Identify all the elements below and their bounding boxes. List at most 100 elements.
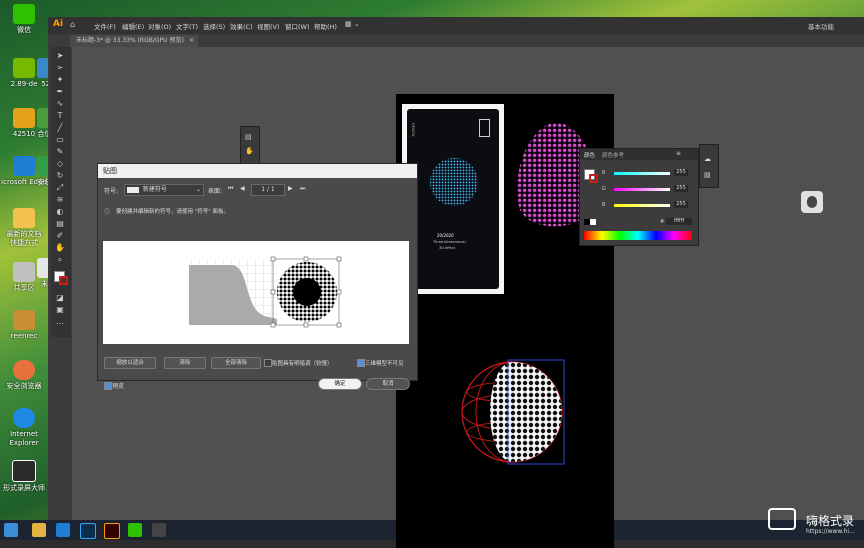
symbol-dropdown[interactable]: 新建符号 ⌄ [124,184,204,196]
ok-button[interactable]: 确定 [318,378,362,390]
hex-value[interactable]: ffffff [666,218,692,225]
map-art-dialog: 贴图 符号: 新建符号 ⌄ 表面: ⏮ ◀ 1 / 1 ▶ ⏭ ⓘ 要创建并编辑… [97,163,418,390]
ie-icon [13,408,35,428]
selection-tool-icon[interactable]: ➤ [55,51,65,60]
menu-edit[interactable]: 编辑(E) [122,21,144,31]
wireframe-sphere[interactable] [456,356,568,468]
desktop-icon-12[interactable]: 安全浏览器 [0,360,48,391]
start-icon[interactable] [4,523,18,537]
paintbrush-tool-icon[interactable]: ✎ [55,147,65,156]
green-value[interactable]: 255 [674,185,688,192]
pen-tool-icon[interactable]: ✒ [55,87,65,96]
tab-color-guide[interactable]: 颜色参考 [602,151,624,159]
file-explorer-icon[interactable] [32,523,46,537]
menu-file[interactable]: 文件(F) [94,21,116,31]
red-slider[interactable] [614,172,670,175]
next-surface-icon[interactable]: ▶ [288,185,293,192]
scale-tool-icon[interactable]: ⤢ [55,183,65,192]
rectangle-tool-icon[interactable]: ▭ [55,135,65,144]
hand-icon[interactable]: ✋ [245,147,254,155]
surface-preview-canvas [189,256,342,328]
properties-icon[interactable]: ▤ [704,171,711,179]
recorder-icon [12,460,36,482]
shading-label: 贴图具有明暗调（较慢） [272,361,333,367]
document-tab[interactable]: 未标题-3* @ 33.33% (RGB/GPU 预览) × [70,35,198,47]
browser-icon [13,360,35,380]
screen-mode-icon[interactable]: ▣ [55,305,65,314]
menu-help[interactable]: 帮助(H) [314,21,337,31]
workspace-label[interactable]: 基本功能 [808,21,834,31]
desktop-icon-11[interactable]: reenrec [0,310,48,341]
type-tool-icon[interactable]: T [55,111,65,120]
eraser-tool-icon[interactable]: ◇ [55,159,65,168]
recorder-icon[interactable] [152,523,166,537]
illustrator-icon[interactable] [104,523,120,539]
close-icon[interactable]: × [189,35,194,47]
magic-wand-tool-icon[interactable]: ✦ [55,75,65,84]
photoshop-icon[interactable] [80,523,96,539]
surface-value[interactable]: 1 / 1 [251,184,285,196]
blue-value[interactable]: 255 [674,201,688,208]
gradient-tool-icon[interactable]: ▤ [55,219,65,228]
first-surface-icon[interactable]: ⏮ [228,185,233,193]
line-tool-icon[interactable]: ╱ [55,123,65,132]
more-tools-icon[interactable]: ⋯ [55,319,65,328]
home-icon[interactable]: ⌂ [70,20,75,29]
preview-checkbox[interactable] [104,382,112,390]
eyedropper-tool-icon[interactable]: ✐ [55,231,65,240]
green-label: G [602,186,606,192]
hand-tool-icon[interactable]: ✋ [55,243,65,252]
color-panel-header: 颜色 颜色参考 ≡ [580,149,698,160]
invisible-geometry-label: 三维模型不可见 [365,361,404,367]
wechat-icon[interactable] [128,523,142,537]
illustrator-window: Ai ⌂ 文件(F) 编辑(E) 对象(O) 文字(T) 选择(S) 效果(C)… [48,17,864,548]
green-slider[interactable] [614,188,670,191]
screenrec-icon [13,310,35,330]
edge-icon[interactable] [56,523,70,537]
color-stroke-swatch[interactable] [589,174,598,183]
panel-menu-icon[interactable]: ≡ [676,150,681,157]
zoom-tool-icon[interactable]: ⌕ [55,255,65,264]
workspace-switcher-icon[interactable]: ▦ ⌄ [345,20,360,28]
ai-logo: Ai [53,19,64,29]
menu-select[interactable]: 选择(S) [203,21,225,31]
desktop-icon-wechat[interactable]: 微信 [0,4,48,35]
menu-type[interactable]: 文字(T) [176,21,198,31]
drawing-mode-icon[interactable]: ◪ [55,293,65,302]
desktop-icon-7[interactable]: 最新的文档 快捷方式 [0,208,48,248]
prev-surface-icon[interactable]: ◀ [240,185,245,192]
clear-button[interactable]: 清除 [164,357,206,369]
clear-all-button[interactable]: 全部清除 [211,357,261,369]
shading-checkbox[interactable] [264,359,272,367]
symbol-label: 符号: [104,188,119,195]
desktop-icon-10[interactable]: 共享区 [0,262,48,293]
floating-tool-icon[interactable] [801,191,823,213]
menu-window[interactable]: 窗口(W) [285,21,310,31]
library-icon[interactable]: ☁ [704,155,711,163]
rotate-tool-icon[interactable]: ↻ [55,171,65,180]
menu-view[interactable]: 视图(V) [257,21,280,31]
color-spectrum[interactable] [584,231,692,240]
menu-effect[interactable]: 效果(C) [230,21,253,31]
red-value[interactable]: 255 [674,169,688,176]
direct-selection-tool-icon[interactable]: ➢ [55,63,65,72]
desktop-icon-ie[interactable]: Internet Explorer [0,408,48,448]
panel-icon[interactable]: ▤ [245,133,252,141]
wechat-icon [13,4,35,24]
scale-to-fit-button[interactable]: 缩放以适合 [104,357,156,369]
last-surface-icon[interactable]: ⏭ [300,185,305,193]
desktop-icon-recorder[interactable]: 形式录屏大师 [0,460,48,493]
width-tool-icon[interactable]: ≋ [55,195,65,204]
surface-preview[interactable] [103,241,409,344]
shape-builder-tool-icon[interactable]: ◐ [55,207,65,216]
blue-slider[interactable] [614,204,670,207]
invisible-geometry-checkbox[interactable] [357,359,365,367]
document-icon [13,208,35,228]
none-black-white-swatches[interactable] [584,219,596,225]
blue-label: B [602,202,606,208]
menu-object[interactable]: 对象(O) [148,21,171,31]
tab-color[interactable]: 颜色 [584,151,595,159]
cancel-button[interactable]: 取消 [366,378,410,390]
curvature-tool-icon[interactable]: ∿ [55,99,65,108]
stroke-swatch[interactable] [59,276,68,285]
